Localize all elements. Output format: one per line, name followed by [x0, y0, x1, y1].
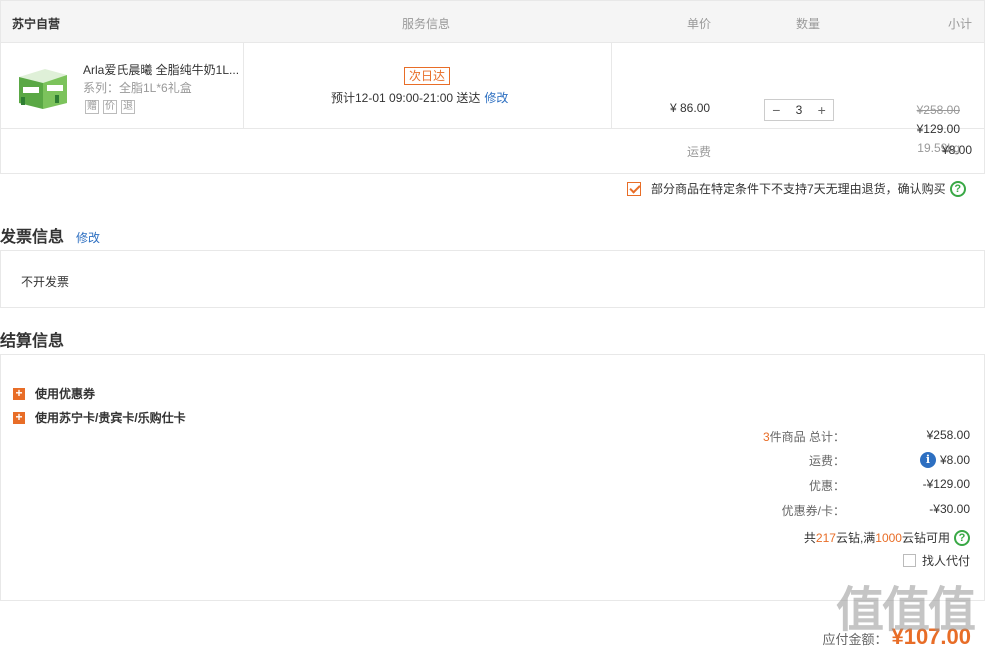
gift-badge: 赠 [85, 100, 99, 114]
sum-total-value: ¥258.00 [926, 428, 970, 442]
quantity-stepper: − 3 + [764, 99, 834, 121]
coin-amount: 217 [815, 530, 836, 545]
settlement-box: + 使用优惠券 + 使用苏宁卡/贵宾卡/乐购仕卡 3件商品 总计： ¥258.0… [0, 354, 985, 601]
delivery-eta: 预计12-01 09:00-21:00 送达 修改 [331, 89, 508, 106]
item-count: 3 [762, 430, 770, 444]
qty-input[interactable]: 3 [788, 100, 811, 120]
header-quantity: 数量 [796, 17, 821, 31]
product-thumbnail[interactable] [15, 63, 71, 111]
sum-coupon-value: -¥30.00 [929, 502, 970, 516]
sum-shipping-label: 运费： [808, 454, 845, 468]
invoice-section-title: 发票信息 修改 [0, 223, 100, 247]
use-card-option[interactable]: + 使用苏宁卡/贵宾卡/乐购仕卡 [13, 409, 186, 426]
order-table: 苏宁自营 服务信息 单价 数量 小计 Arla爱氏晨曦 全脂纯牛奶1L... 系… [0, 0, 985, 174]
header-unit-price: 单价 [687, 17, 712, 31]
confirm-text: 部分商品在特定条件下不支持7天无理由退货，确认购买 [651, 182, 946, 196]
return-policy-confirm: 部分商品在特定条件下不支持7天无理由退货，确认购买 ? [627, 180, 966, 197]
invoice-edit-link[interactable]: 修改 [76, 231, 100, 245]
confirm-checkbox[interactable] [627, 181, 641, 196]
sum-discount-value: -¥129.00 [922, 477, 970, 491]
qty-minus-button[interactable]: − [765, 100, 788, 120]
shipping-label: 运费 [687, 145, 712, 159]
shipping-value: ¥8.00 [941, 143, 972, 157]
product-row: Arla爱氏晨曦 全脂纯牛奶1L... 系列：全脂1L*6礼盒 赠价退 次日达 … [1, 43, 984, 155]
info-icon[interactable]: i [919, 452, 936, 468]
sum-total-line: 3件商品 总计： ¥258.00 [670, 428, 970, 444]
coin-help-icon[interactable]: ? [954, 529, 970, 546]
help-icon[interactable]: ? [949, 180, 966, 197]
invoice-title: 发票信息 [0, 229, 65, 246]
header-subtotal: 小计 [947, 17, 972, 31]
expand-plus-icon[interactable]: + [13, 387, 25, 400]
proxy-pay-checkbox[interactable] [902, 554, 916, 567]
invoice-value: 不开发票 [21, 275, 70, 289]
service-badges: 赠价退 [85, 98, 139, 114]
sum-shipping-line: 运费： i ¥8.00 [670, 452, 970, 468]
return-badge: 退 [121, 100, 135, 114]
service-info: 次日达 预计12-01 09:00-21:00 送达 修改 [243, 43, 612, 128]
sum-shipping-value: i ¥8.00 [919, 452, 970, 468]
use-coupon-label: 使用优惠券 [35, 387, 96, 401]
settlement-title: 结算信息 [0, 333, 65, 350]
shop-name: 苏宁自营 [12, 17, 61, 31]
next-day-badge: 次日达 [404, 67, 451, 85]
product-spec: 系列：全脂1L*6礼盒 [83, 81, 192, 95]
invoice-box: 不开发票 [0, 250, 985, 308]
sum-coupon-line: 优惠券/卡： -¥30.00 [670, 502, 970, 518]
proxy-pay-label: 找人代付 [921, 554, 970, 568]
item-count-label: 3件商品 总计： [762, 430, 845, 444]
product-name[interactable]: Arla爱氏晨曦 全脂纯牛奶1L... [83, 61, 243, 78]
shipping-row: 运费 ¥8.00 [1, 129, 984, 173]
header-service: 服务信息 [402, 17, 451, 31]
use-card-label: 使用苏宁卡/贵宾卡/乐购仕卡 [35, 411, 186, 425]
cloud-diamond-info: 共 217 云钻,满 1000 云钻可用 ? [804, 529, 970, 546]
sum-discount-line: 优惠： -¥129.00 [670, 477, 970, 493]
expand-plus-icon[interactable]: + [13, 411, 25, 424]
use-coupon-option[interactable]: + 使用优惠券 [13, 385, 95, 402]
unit-price: ¥ 86.00 [670, 101, 711, 115]
coin-threshold: 1000 [875, 530, 902, 545]
sum-coupon-label: 优惠券/卡： [781, 504, 845, 518]
qty-plus-button[interactable]: + [810, 100, 833, 120]
table-header: 苏宁自营 服务信息 单价 数量 小计 [1, 1, 984, 43]
proxy-pay[interactable]: 找人代付 [902, 552, 970, 569]
price-protect-badge: 价 [103, 100, 117, 114]
watermark-logo: 值值值 [836, 582, 976, 638]
sum-discount-label: 优惠： [808, 479, 845, 493]
original-price: ¥258.00 [916, 103, 960, 117]
eta-text: 预计12-01 09:00-21:00 送达 [331, 91, 481, 105]
eta-edit-link[interactable]: 修改 [484, 91, 508, 105]
